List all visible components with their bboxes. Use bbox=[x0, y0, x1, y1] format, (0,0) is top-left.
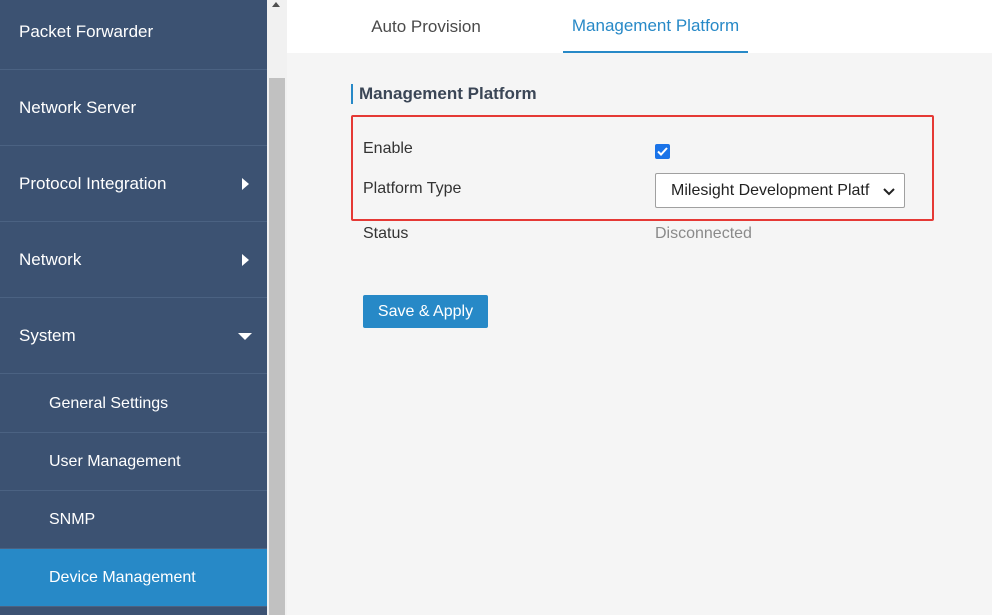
scrollbar-thumb[interactable] bbox=[269, 78, 285, 615]
tab-bar: Auto Provision Management Platform bbox=[287, 0, 992, 53]
sidebar-subitem-device-management[interactable]: Device Management bbox=[0, 549, 267, 607]
sidebar-scrollbar[interactable] bbox=[267, 0, 287, 615]
platform-type-value: Milesight Development Platf bbox=[671, 181, 870, 199]
scroll-up-icon[interactable] bbox=[272, 2, 280, 7]
chevron-right-icon bbox=[233, 254, 257, 266]
platform-type-select[interactable]: Milesight Development Platf bbox=[655, 173, 905, 208]
sidebar-item-label: System bbox=[19, 326, 76, 345]
status-label: Status bbox=[363, 225, 409, 242]
save-apply-button[interactable]: Save & Apply bbox=[363, 295, 488, 328]
sidebar-subitem-label: SNMP bbox=[49, 510, 96, 528]
enable-label: Enable bbox=[363, 140, 413, 157]
sidebar-item-label: Network bbox=[19, 250, 82, 269]
sidebar-item-packet-forwarder[interactable]: Packet Forwarder bbox=[0, 0, 267, 70]
enable-checkbox[interactable] bbox=[655, 144, 670, 159]
sidebar-subitem-snmp[interactable]: SNMP bbox=[0, 491, 267, 549]
tab-management-platform[interactable]: Management Platform bbox=[563, 0, 748, 53]
sidebar-item-network-server[interactable]: Network Server bbox=[0, 71, 267, 146]
sidebar: Packet Forwarder Network Server Protocol… bbox=[0, 0, 267, 615]
sidebar-subitem-user-management[interactable]: User Management bbox=[0, 433, 267, 491]
sidebar-item-system[interactable]: System bbox=[0, 299, 267, 374]
status-value: Disconnected bbox=[655, 225, 752, 242]
sidebar-item-label: Packet Forwarder bbox=[19, 22, 154, 41]
checkmark-icon bbox=[657, 147, 668, 156]
sidebar-item-network[interactable]: Network bbox=[0, 223, 267, 298]
section-title: Management Platform bbox=[351, 84, 537, 104]
sidebar-item-label: Protocol Integration bbox=[19, 174, 167, 193]
platform-type-label: Platform Type bbox=[363, 180, 462, 197]
sidebar-item-protocol-integration[interactable]: Protocol Integration bbox=[0, 147, 267, 222]
chevron-down-icon bbox=[233, 332, 257, 340]
chevron-right-icon bbox=[233, 178, 257, 190]
chevron-down-icon bbox=[883, 188, 895, 196]
sidebar-subitem-label: General Settings bbox=[49, 394, 169, 412]
tab-auto-provision[interactable]: Auto Provision bbox=[357, 0, 495, 53]
main-content: Auto Provision Management Platform Manag… bbox=[287, 0, 992, 615]
tab-label: Auto Provision bbox=[371, 16, 481, 36]
sidebar-subitem-label: Device Management bbox=[49, 568, 196, 586]
sidebar-item-label: Network Server bbox=[19, 98, 137, 117]
tab-label: Management Platform bbox=[571, 15, 740, 35]
sidebar-subitem-general-settings[interactable]: General Settings bbox=[0, 375, 267, 433]
sidebar-subitem-label: User Management bbox=[49, 452, 181, 470]
